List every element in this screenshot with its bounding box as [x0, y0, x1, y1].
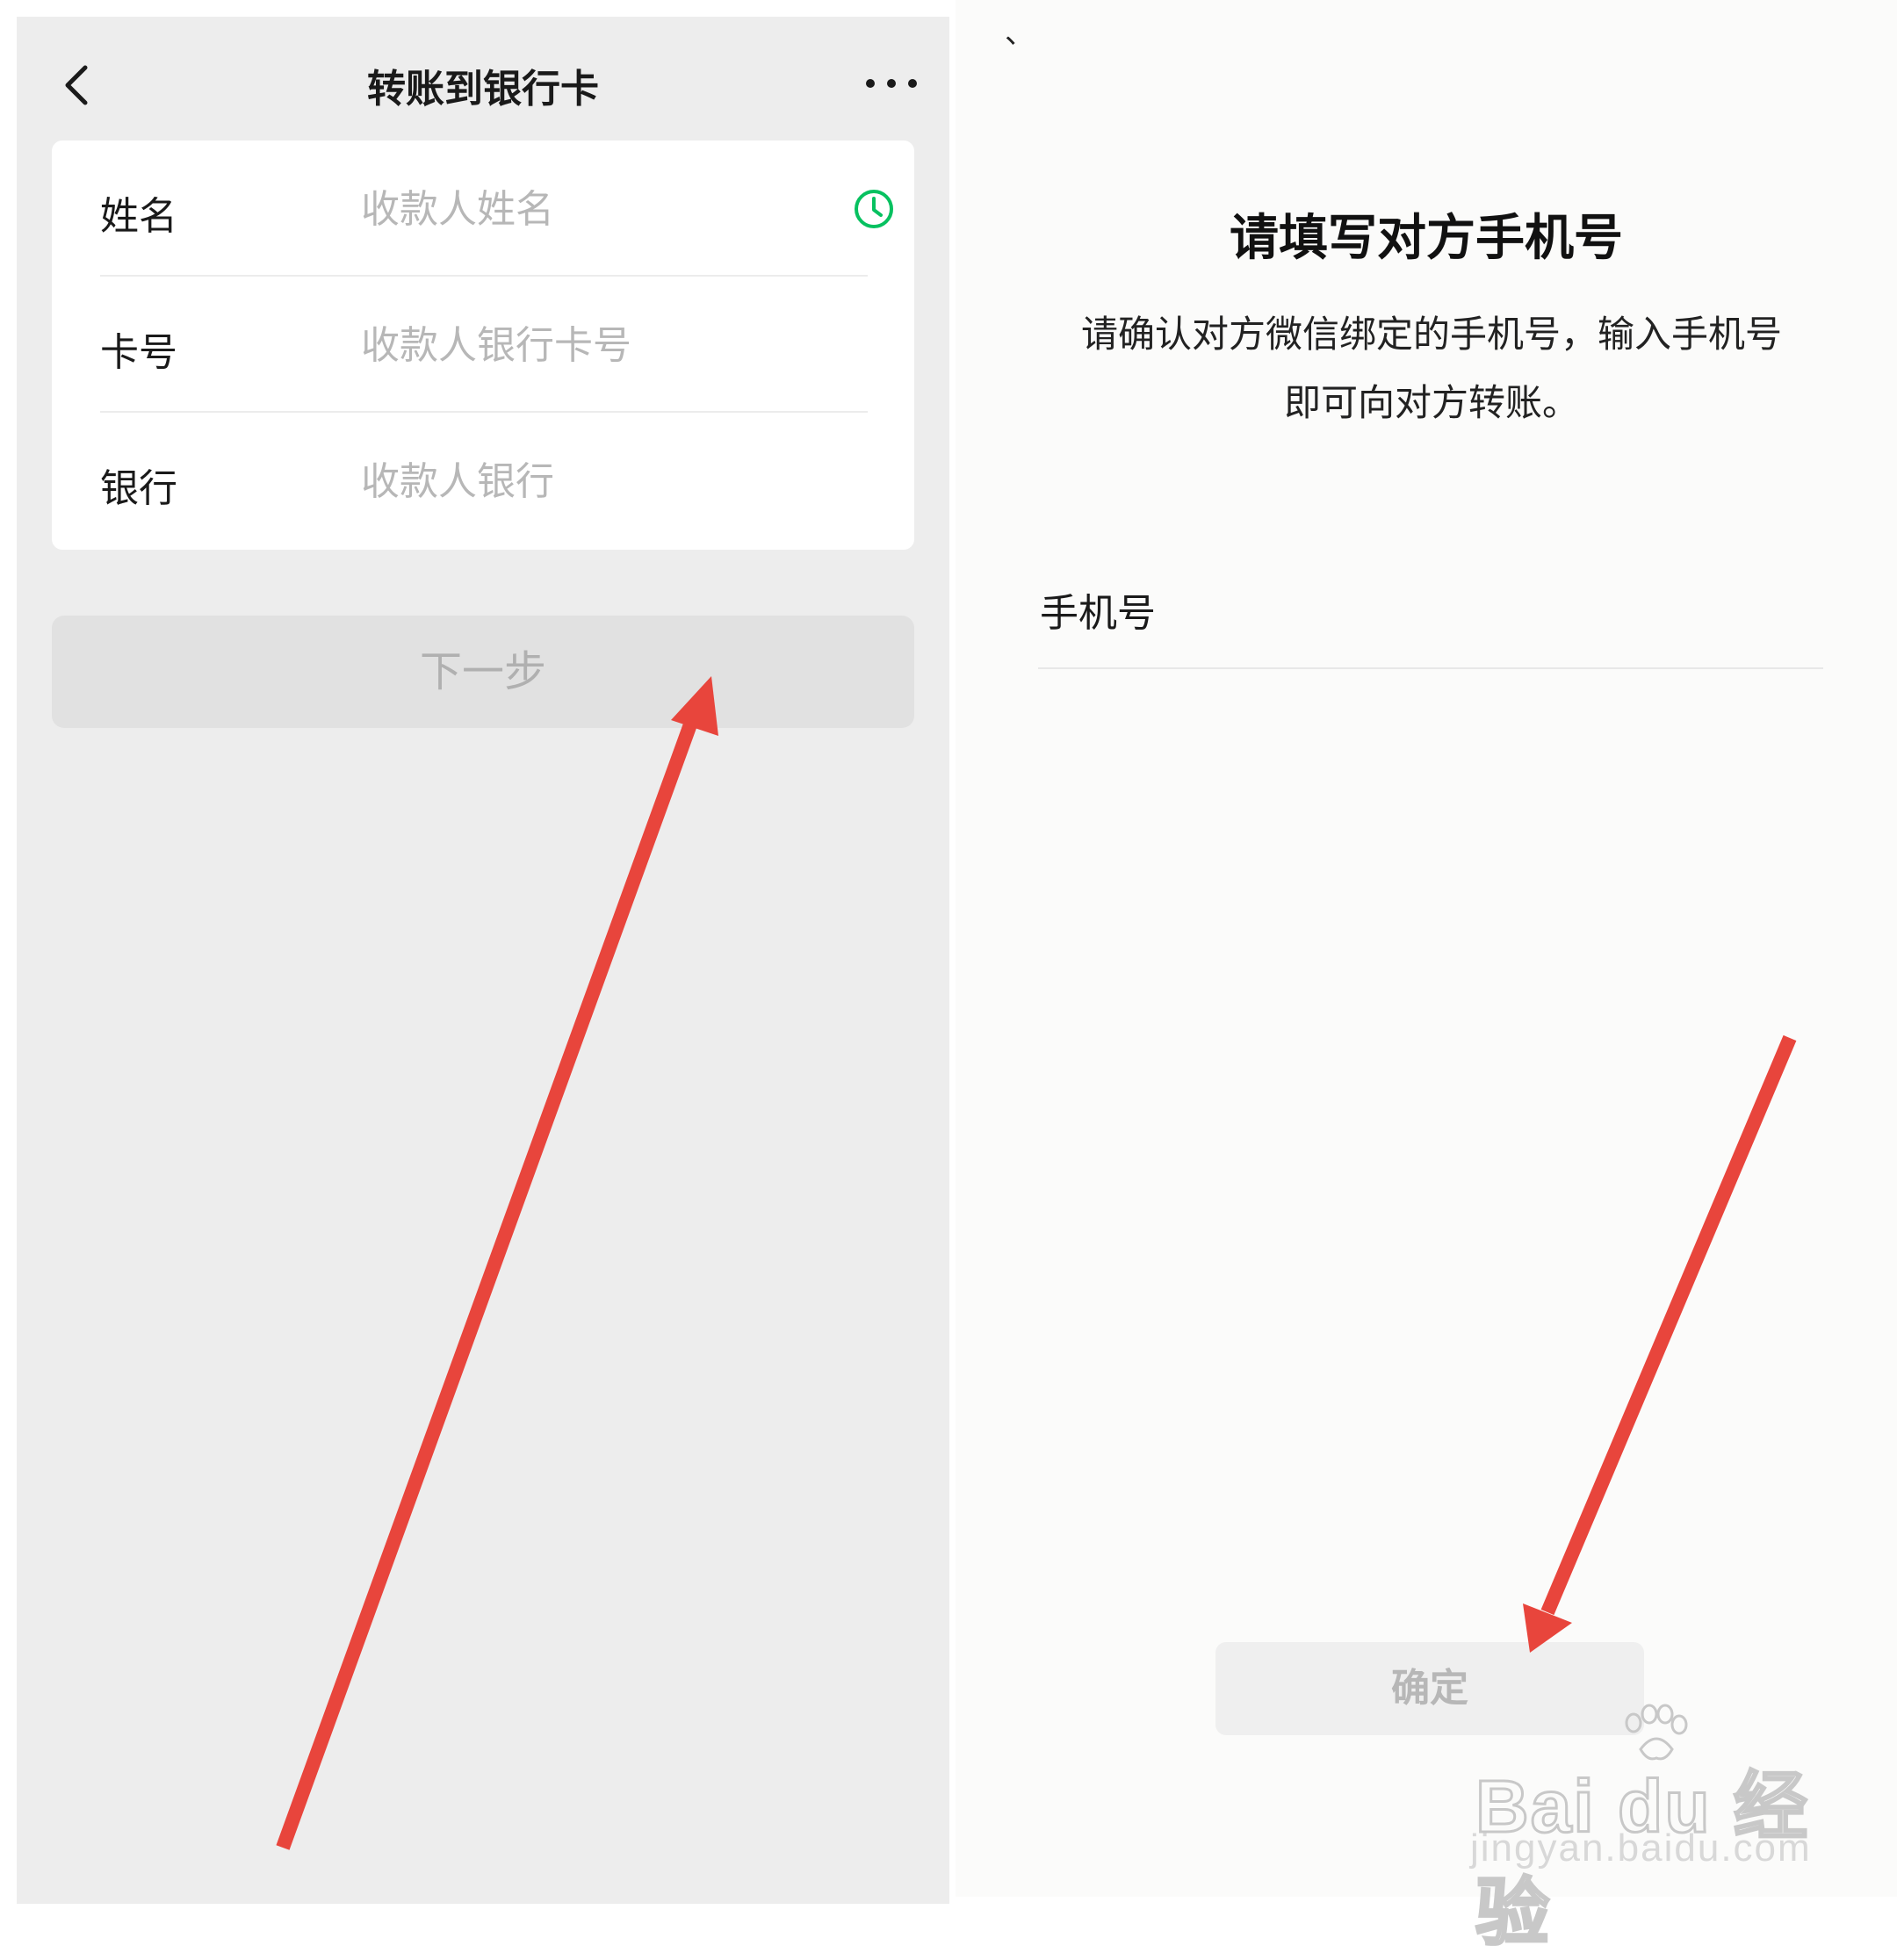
bank-input[interactable]: [361, 455, 800, 508]
card-number-row: 卡号: [52, 277, 914, 413]
watermark-url: jingyan.baidu.com: [1470, 1827, 1812, 1870]
name-row: 姓名: [52, 141, 914, 277]
phone-divider: [1038, 667, 1823, 669]
phone-label: 手机号: [1040, 591, 1156, 636]
dialog-title: 请填写对方手机号: [1230, 210, 1623, 267]
recipient-form-card: 姓名 卡号 银行: [52, 141, 914, 550]
card-number-input[interactable]: [361, 319, 800, 371]
recipient-name-input[interactable]: [361, 183, 800, 235]
card-number-label: 卡号: [100, 330, 177, 375]
description-line-2: 即可向对方转账。: [1283, 381, 1579, 424]
bank-row: 银行: [52, 413, 914, 549]
transfer-to-bank-card-screen: 转账到银行卡 姓名 卡号 银行 下一步: [17, 17, 949, 1904]
dialog-description: 请确认对方微信绑定的手机号，输入手机号 即可向对方转账。: [1028, 300, 1836, 437]
phone-number-input[interactable]: [1230, 573, 1809, 634]
corner-mark: 、: [1005, 16, 1035, 51]
enter-phone-number-screen: [956, 0, 1897, 1897]
description-line-1: 请确认对方微信绑定的手机号，输入手机号: [1080, 313, 1782, 356]
more-dots-icon[interactable]: [856, 48, 927, 119]
baidu-jingyan-watermark: Bai du 经验 jingyan.baidu.com: [1458, 1704, 1827, 1956]
next-step-button[interactable]: 下一步: [52, 616, 914, 728]
name-label: 姓名: [100, 194, 177, 239]
page-title: 转账到银行卡: [367, 67, 599, 112]
clock-icon[interactable]: [851, 186, 897, 232]
bank-label: 银行: [100, 466, 177, 511]
